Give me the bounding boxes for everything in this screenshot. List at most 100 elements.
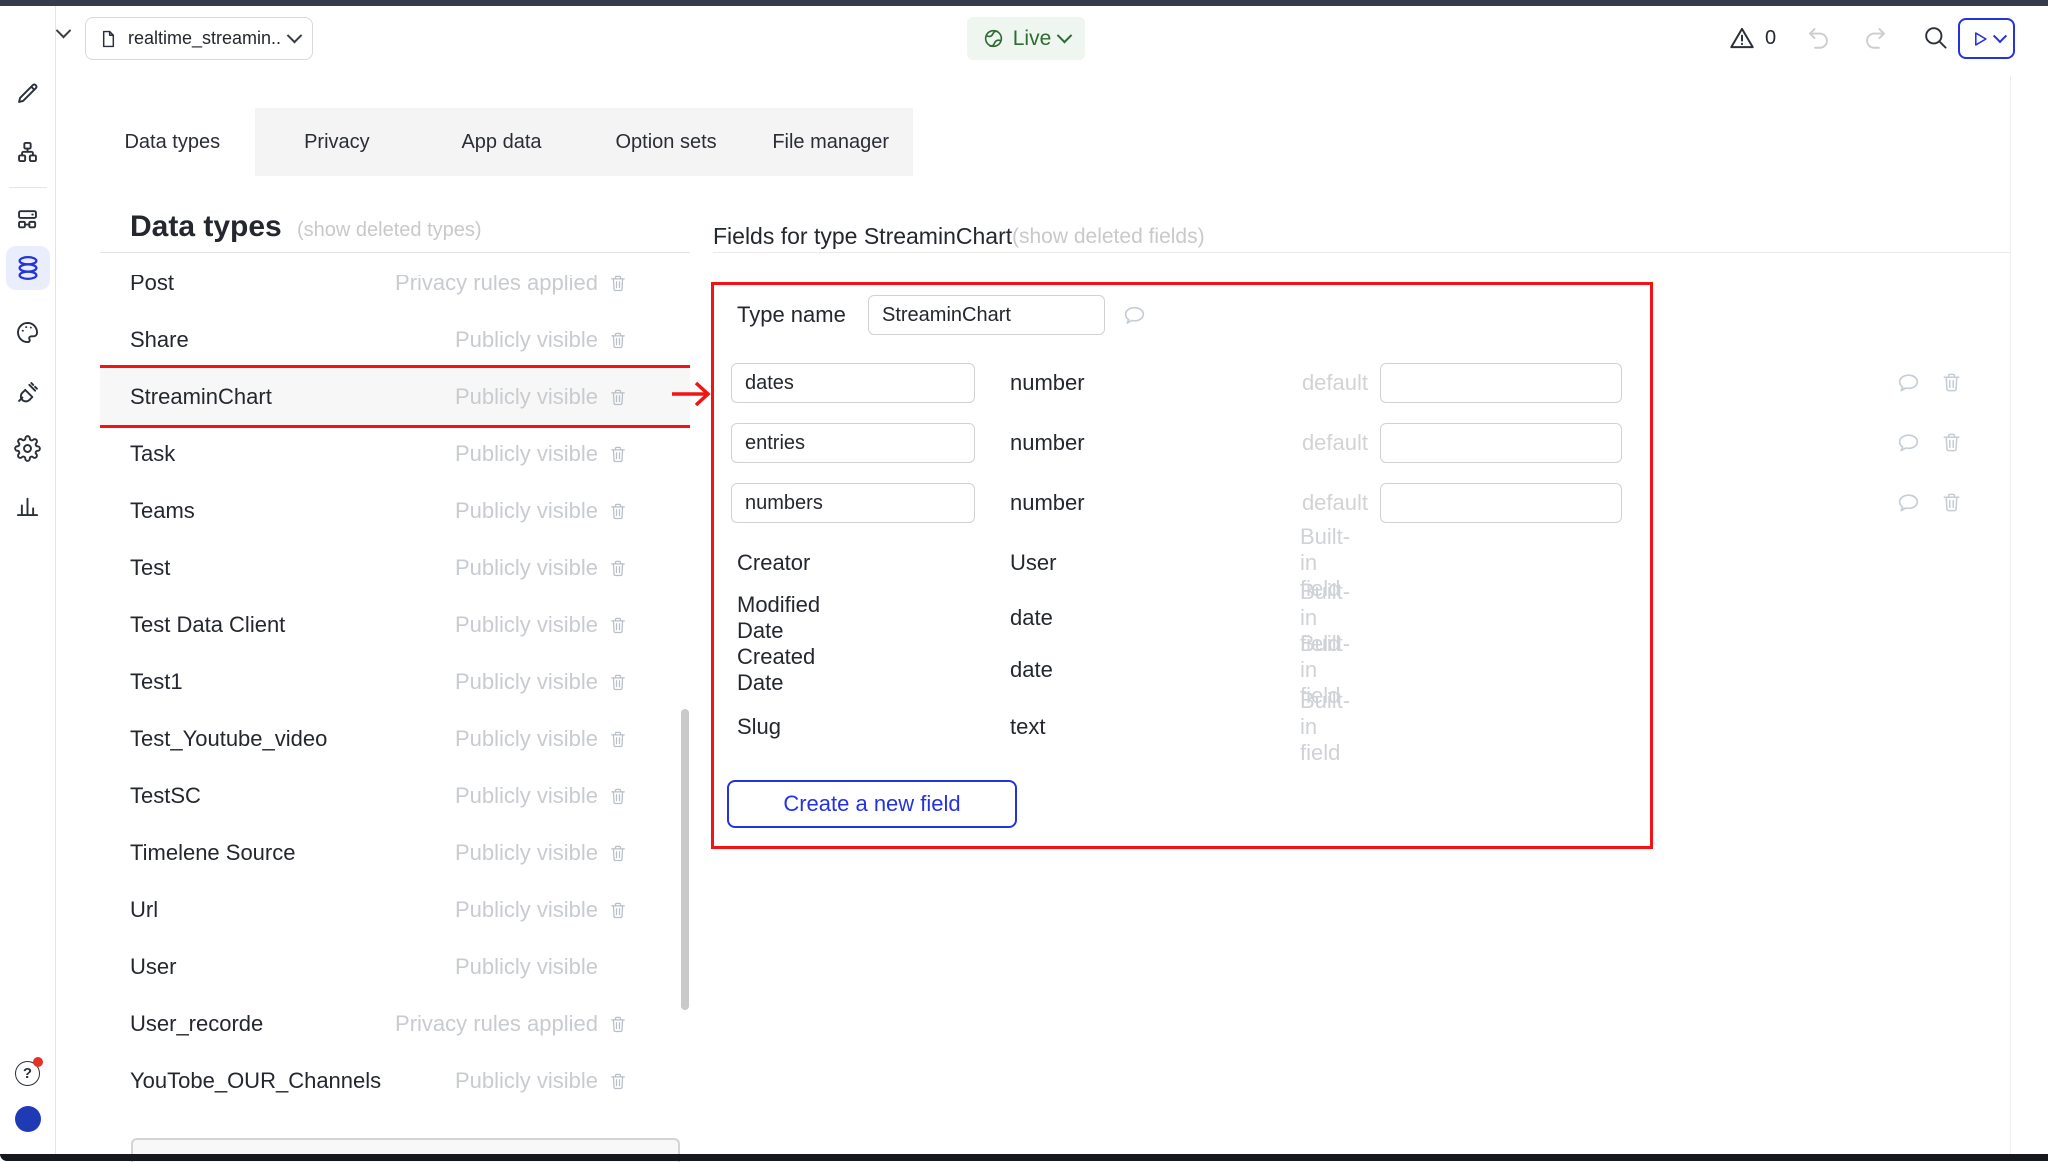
data-type-status: Publicly visible [455, 840, 598, 866]
notification-dot [33, 1057, 43, 1067]
data-type-row[interactable]: Test Data Client Publicly visible [100, 596, 690, 653]
data-type-row[interactable]: Teams Publicly visible [100, 482, 690, 539]
data-type-status: Publicly visible [455, 612, 598, 638]
environment-selector[interactable]: Live [967, 17, 1085, 60]
list-scrollbar[interactable] [681, 709, 689, 1010]
type-name-input[interactable] [868, 295, 1105, 335]
data-type-row[interactable]: Post Privacy rules applied [100, 275, 690, 311]
palette-icon[interactable] [14, 319, 41, 346]
trash-icon[interactable] [1940, 491, 1965, 516]
issues-count: 0 [1765, 27, 1776, 50]
data-section-tabs: Data typesPrivacyApp dataOption setsFile… [90, 108, 913, 176]
builtin-field-type: date [1010, 605, 1053, 631]
data-type-status: Publicly visible [455, 954, 598, 980]
data-type-status: Publicly visible [455, 327, 598, 353]
comment-icon[interactable] [1122, 303, 1147, 328]
comment-icon[interactable] [1896, 491, 1921, 516]
sidebar-item-data-active[interactable] [6, 246, 50, 290]
show-deleted-fields-link[interactable]: (show deleted fields) [1012, 225, 1205, 249]
data-type-status: Publicly visible [455, 1068, 598, 1094]
preview-run-button[interactable] [1958, 18, 2015, 59]
tab-app-data[interactable]: App data [419, 108, 584, 176]
trash-icon[interactable] [608, 899, 628, 921]
comment-icon[interactable] [1896, 371, 1921, 396]
logo-chevron-down-icon[interactable] [56, 23, 72, 39]
workflow-icon[interactable] [14, 139, 41, 166]
data-type-row[interactable]: StreaminChart Publicly visible [100, 368, 690, 425]
components-icon[interactable] [14, 205, 41, 232]
data-type-status: Publicly visible [455, 783, 598, 809]
data-type-row[interactable]: Test Publicly visible [100, 539, 690, 596]
field-default-input[interactable] [1380, 483, 1622, 523]
data-type-status: Publicly visible [455, 441, 598, 467]
sidebar-divider [9, 187, 47, 188]
avatar[interactable] [15, 1106, 41, 1132]
tab-privacy[interactable]: Privacy [255, 108, 420, 176]
globe-icon [982, 27, 1005, 50]
field-default-input[interactable] [1380, 363, 1622, 403]
data-type-status: Publicly visible [455, 726, 598, 752]
tab-data-types[interactable]: Data types [90, 108, 255, 176]
plug-icon[interactable] [14, 379, 41, 406]
data-type-name: User_recorde [130, 1011, 385, 1037]
data-type-row[interactable]: Timelene Source Publicly visible [100, 824, 690, 881]
trash-icon[interactable] [608, 842, 628, 864]
search-icon[interactable] [1922, 24, 1949, 51]
field-default-input[interactable] [1380, 423, 1622, 463]
app-page-dropdown[interactable]: realtime_streamin... [85, 17, 313, 60]
fields-title: Fields for type StreaminChart [713, 223, 1012, 250]
tab-file-manager[interactable]: File manager [748, 108, 913, 176]
data-type-row[interactable]: YouTobe_OUR_Channels Publicly visible [100, 1052, 690, 1109]
builtin-field-name: Modified Date [737, 592, 820, 644]
data-type-row[interactable]: Test1 Publicly visible [100, 653, 690, 710]
data-type-row[interactable]: Url Publicly visible [100, 881, 690, 938]
default-label: default [1240, 430, 1368, 456]
data-type-name: Url [130, 897, 445, 923]
trash-icon[interactable] [608, 785, 628, 807]
data-type-name: Test1 [130, 669, 445, 695]
trash-icon[interactable] [608, 386, 628, 408]
database-icon [14, 254, 42, 282]
data-type-status: Privacy rules applied [395, 1011, 598, 1037]
gear-icon[interactable] [14, 435, 41, 462]
redo-icon[interactable] [1862, 24, 1889, 51]
tab-option-sets[interactable]: Option sets [584, 108, 749, 176]
data-type-status: Publicly visible [455, 669, 598, 695]
field-type-label: number [1010, 430, 1085, 456]
trash-icon[interactable] [608, 443, 628, 465]
trash-icon[interactable] [608, 671, 628, 693]
comment-icon[interactable] [1896, 431, 1921, 456]
field-name-input[interactable] [731, 483, 975, 523]
pencil-icon[interactable] [14, 80, 41, 107]
data-type-row[interactable]: User Publicly visible [100, 938, 690, 995]
trash-icon[interactable] [608, 329, 628, 351]
show-deleted-types-link[interactable]: (show deleted types) [297, 219, 482, 242]
trash-icon[interactable] [1940, 371, 1965, 396]
trash-icon[interactable] [608, 1013, 628, 1035]
data-type-name: Share [130, 327, 445, 353]
trash-icon[interactable] [608, 557, 628, 579]
data-type-row[interactable]: User_recorde Privacy rules applied [100, 995, 690, 1052]
trash-icon[interactable] [608, 500, 628, 522]
default-label: default [1240, 490, 1368, 516]
window-top-strip [0, 0, 2048, 6]
run-chevron-down-icon [1993, 29, 2007, 43]
data-type-row[interactable]: Task Publicly visible [100, 425, 690, 482]
data-type-name: TestSC [130, 783, 445, 809]
field-name-input[interactable] [731, 363, 975, 403]
chart-icon[interactable] [14, 492, 41, 519]
data-type-status: Publicly visible [455, 897, 598, 923]
trash-icon[interactable] [608, 728, 628, 750]
trash-icon[interactable] [1940, 431, 1965, 456]
builtin-field-note: Built-in field [1300, 688, 1350, 766]
create-new-field-button[interactable]: Create a new field [727, 780, 1017, 828]
undo-icon[interactable] [1805, 24, 1832, 51]
trash-icon[interactable] [608, 614, 628, 636]
data-type-row[interactable]: TestSC Publicly visible [100, 767, 690, 824]
field-name-input[interactable] [731, 423, 975, 463]
issues-indicator[interactable]: 0 [1728, 24, 1776, 52]
trash-icon[interactable] [608, 275, 628, 294]
data-type-row[interactable]: Share Publicly visible [100, 311, 690, 368]
trash-icon[interactable] [608, 1070, 628, 1092]
data-type-row[interactable]: Test_Youtube_video Publicly visible [100, 710, 690, 767]
